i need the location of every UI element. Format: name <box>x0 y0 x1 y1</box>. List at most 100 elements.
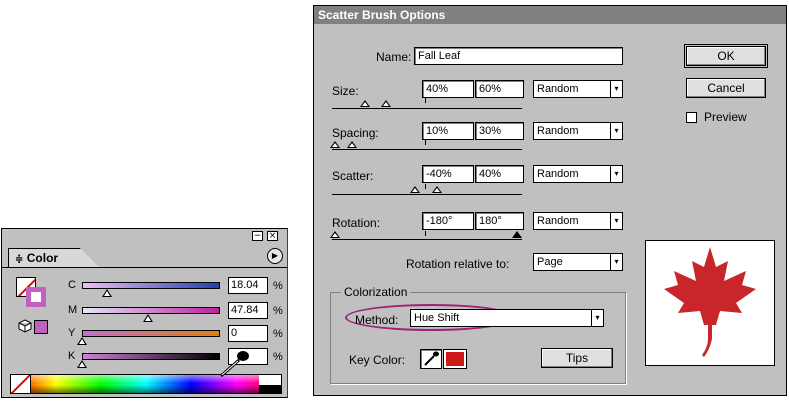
spacing-min-field[interactable]: 10% <box>422 122 474 140</box>
size-min-thumb[interactable] <box>360 100 370 107</box>
tab-color[interactable]: ≑ Color <box>8 248 100 268</box>
cyan-unit: % <box>273 280 283 292</box>
spacing-mode-select[interactable]: Random ▾ <box>533 122 623 140</box>
dropdown-arrow-icon: ▾ <box>610 81 622 97</box>
dropdown-arrow-icon: ▾ <box>610 123 622 139</box>
tab-color-label: Color <box>26 251 59 265</box>
rotation-max-thumb[interactable] <box>512 231 522 238</box>
rotation-mode-value: Random <box>537 215 579 227</box>
spacing-label: Spacing: <box>332 126 379 140</box>
palette-title-bar[interactable]: − × <box>2 229 287 243</box>
stroke-box[interactable] <box>26 287 46 307</box>
size-min-field[interactable]: 40% <box>422 80 474 98</box>
magenta-slider-track[interactable] <box>82 307 220 314</box>
channel-k-label: K <box>68 350 76 362</box>
tab-divider <box>2 267 287 268</box>
method-label: Method: <box>355 313 399 327</box>
key-color-fill <box>446 352 464 366</box>
dropdown-arrow-icon: ▾ <box>610 254 622 270</box>
ok-button[interactable]: OK <box>684 44 768 68</box>
size-mode-value: Random <box>537 83 579 95</box>
spacing-max-thumb[interactable] <box>347 141 357 148</box>
palette-tab-row: ≑ Color ▶ <box>2 244 287 268</box>
color-palette: − × ≑ Color ▶ C 18.04 % M 47.84 % Y 0 % … <box>1 228 288 398</box>
scatter-max-thumb[interactable] <box>432 186 442 193</box>
name-label: Name: <box>376 50 412 64</box>
black-slider-track[interactable] <box>82 353 220 360</box>
colorization-group: Colorization Method: Hue Shift ▾ Key Col… <box>330 285 626 384</box>
scatter-brush-options-dialog: Scatter Brush Options Name: Fall Leaf Si… <box>313 5 787 396</box>
rotation-slider-track[interactable] <box>332 239 522 240</box>
method-value: Hue Shift <box>414 312 460 324</box>
rotation-max-field[interactable]: 180° <box>475 212 524 230</box>
spacing-mode-value: Random <box>537 125 579 137</box>
rotation-relative-value: Page <box>537 256 563 268</box>
spacing-center-tick <box>425 140 426 145</box>
key-color-eyedropper-icon[interactable] <box>420 349 442 369</box>
rotation-relative-label: Rotation relative to: <box>406 257 510 271</box>
rotation-label: Rotation: <box>332 216 381 230</box>
yellow-slider-track[interactable] <box>82 330 220 337</box>
tips-button[interactable]: Tips <box>541 348 613 368</box>
dropdown-arrow-icon: ▾ <box>610 166 622 182</box>
spacing-max-field[interactable]: 30% <box>475 122 524 140</box>
method-select[interactable]: Hue Shift ▾ <box>410 309 604 327</box>
spacing-min-thumb[interactable] <box>330 141 340 148</box>
channel-c-label: C <box>68 279 76 291</box>
yellow-value-field[interactable]: 0 <box>228 325 268 342</box>
rotation-relative-select[interactable]: Page ▾ <box>533 253 623 271</box>
close-button[interactable]: × <box>267 231 278 241</box>
eyedropper-cursor-icon <box>217 350 275 380</box>
none-color-swatch[interactable] <box>11 375 31 393</box>
brush-preview <box>645 240 775 366</box>
spacing-slider-track[interactable] <box>332 149 522 150</box>
size-center-tick <box>425 98 426 103</box>
out-of-gamut-cube-icon[interactable] <box>18 319 32 335</box>
cancel-button[interactable]: Cancel <box>686 78 766 98</box>
palette-menu-icon[interactable]: ▶ <box>267 248 283 264</box>
name-field[interactable]: Fall Leaf <box>414 47 623 65</box>
key-color-label: Key Color: <box>349 353 406 367</box>
scatter-mode-value: Random <box>537 168 579 180</box>
dropdown-arrow-icon: ▾ <box>610 213 622 229</box>
magenta-value-field[interactable]: 47.84 <box>228 302 268 319</box>
magenta-slider-thumb[interactable] <box>143 314 154 322</box>
scatter-center-tick <box>425 184 426 189</box>
preview-label: Preview <box>704 110 747 124</box>
rotation-mode-select[interactable]: Random ▾ <box>533 212 623 230</box>
fill-stroke-icon[interactable] <box>16 277 46 307</box>
scatter-label: Scatter: <box>332 169 374 183</box>
scatter-mode-select[interactable]: Random ▾ <box>533 165 623 183</box>
magenta-unit: % <box>273 305 283 317</box>
scatter-min-field[interactable]: -40% <box>422 165 474 183</box>
minimize-button[interactable]: − <box>252 231 263 241</box>
colorization-group-label: Colorization <box>341 285 411 299</box>
preview-checkbox[interactable] <box>686 112 697 123</box>
dialog-title[interactable]: Scatter Brush Options <box>314 6 786 24</box>
channel-y-label: Y <box>68 327 76 339</box>
key-color-swatch[interactable] <box>443 349 467 369</box>
black-slider-thumb[interactable] <box>77 360 87 368</box>
maple-leaf-icon <box>664 247 756 357</box>
black-swatch[interactable] <box>259 385 281 393</box>
size-slider-track[interactable] <box>332 108 522 109</box>
cyan-value-field[interactable]: 18.04 <box>228 277 268 294</box>
channel-m-label: M <box>68 304 78 316</box>
scatter-min-thumb[interactable] <box>410 186 420 193</box>
current-color-swatch[interactable] <box>34 320 48 334</box>
yellow-unit: % <box>273 328 283 340</box>
scatter-slider-track[interactable] <box>332 194 522 195</box>
size-max-thumb[interactable] <box>381 100 391 107</box>
yellow-slider-thumb[interactable] <box>77 337 87 345</box>
scatter-max-field[interactable]: 40% <box>475 165 524 183</box>
cyan-slider-track[interactable] <box>82 282 220 289</box>
rotation-center-tick <box>425 231 426 236</box>
size-mode-select[interactable]: Random ▾ <box>533 80 623 98</box>
tab-sort-icon: ≑ <box>15 254 24 265</box>
dropdown-arrow-icon: ▾ <box>591 310 603 326</box>
size-label: Size: <box>332 84 359 98</box>
size-max-field[interactable]: 60% <box>475 80 524 98</box>
cyan-slider-thumb[interactable] <box>101 289 112 297</box>
rotation-min-thumb[interactable] <box>330 231 340 238</box>
rotation-min-field[interactable]: -180° <box>422 212 474 230</box>
